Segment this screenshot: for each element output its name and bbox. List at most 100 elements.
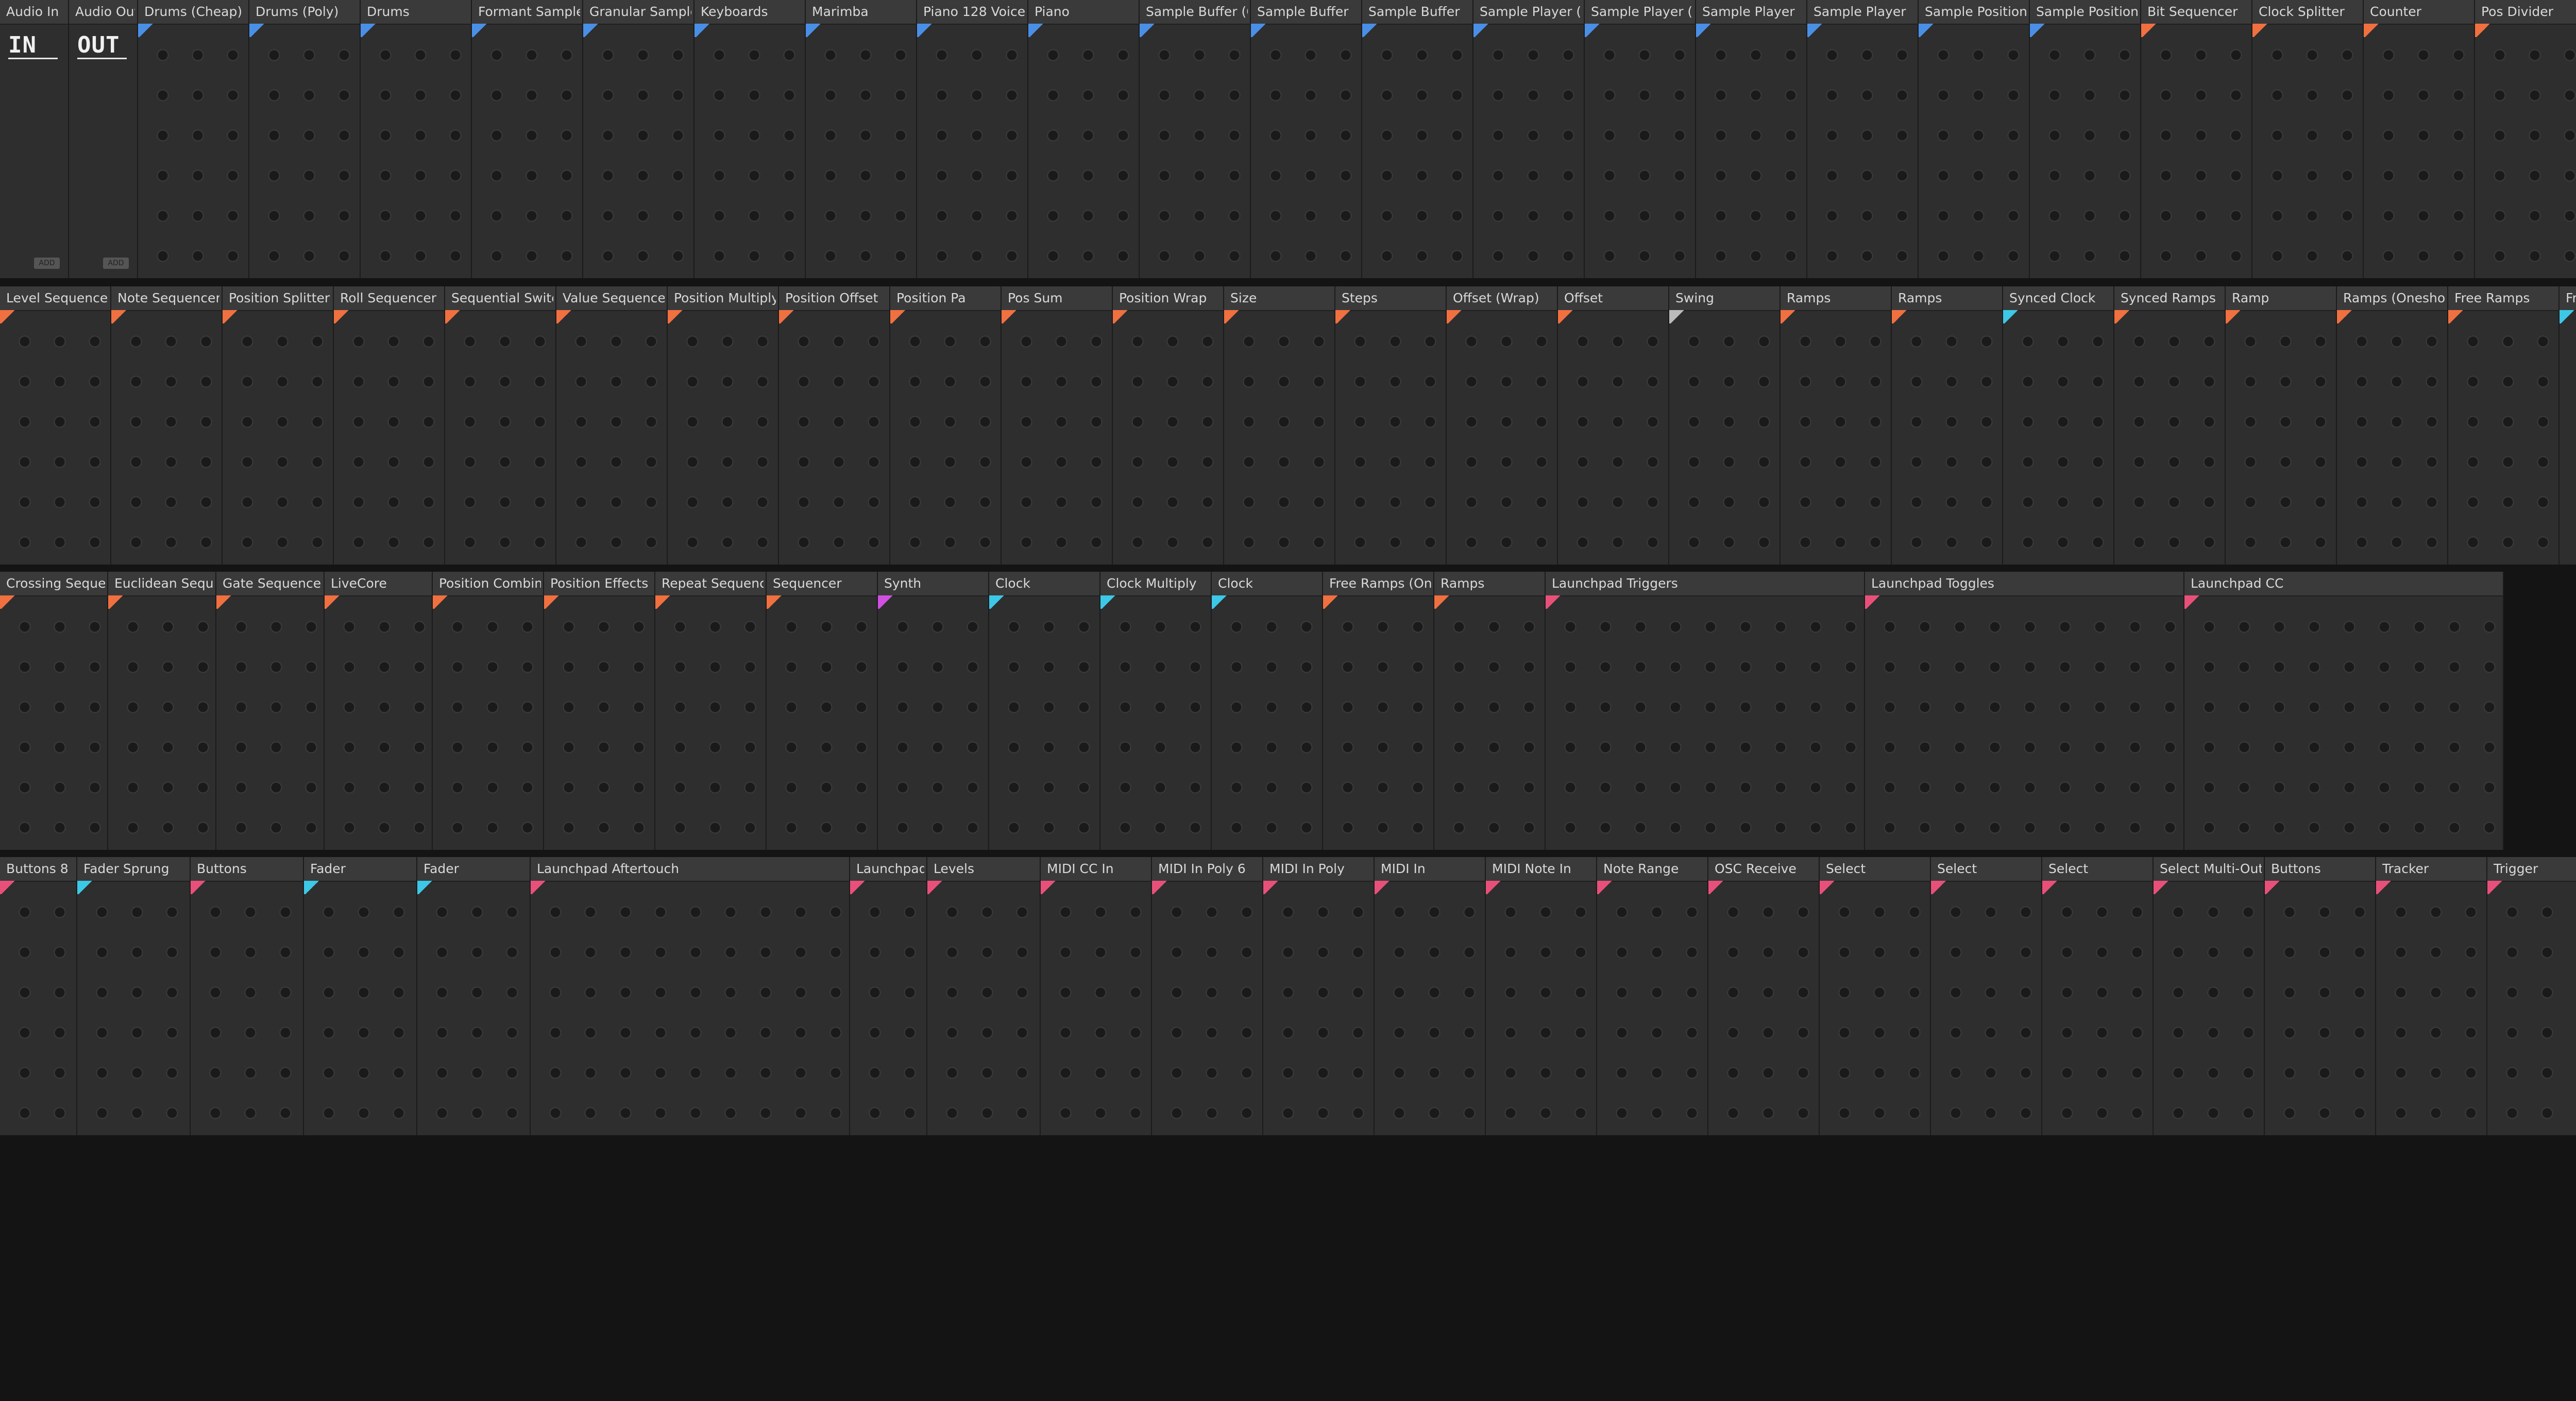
module-header[interactable]: Ramps (Oneshot): [2337, 286, 2447, 311]
module[interactable]: Ramp: [2226, 286, 2337, 565]
module-header[interactable]: Clock Splitter: [2252, 0, 2363, 25]
module[interactable]: Free Ramps (Oneshot): [1323, 572, 1434, 850]
module-ports-panel[interactable]: [2265, 882, 2375, 1135]
module-ports-panel[interactable]: [2141, 25, 2251, 278]
module-ports-panel[interactable]: [2376, 882, 2486, 1135]
module-ports-panel[interactable]: [0, 311, 110, 565]
module-ports-panel[interactable]: [417, 882, 530, 1135]
module[interactable]: Select: [1820, 857, 1931, 1135]
module-ports-panel[interactable]: [2226, 311, 2336, 565]
module[interactable]: Marimba: [806, 0, 917, 278]
module-ports-panel[interactable]: [77, 882, 190, 1135]
module-ports-panel[interactable]: [878, 596, 988, 850]
module-ports-panel[interactable]: [216, 596, 324, 850]
module-ports-panel[interactable]: [927, 882, 1040, 1135]
module[interactable]: Drums (Poly): [249, 0, 361, 278]
module-header[interactable]: Position Effects: [544, 572, 654, 596]
module-header[interactable]: Select: [1820, 857, 1930, 882]
module-header[interactable]: Swing: [1669, 286, 1780, 311]
module-ports-panel[interactable]: [2154, 882, 2264, 1135]
module[interactable]: Sample Player: [1696, 0, 1807, 278]
module[interactable]: Granular Sample: [583, 0, 694, 278]
module-ports-panel[interactable]: [890, 311, 1001, 565]
module-ports-panel[interactable]: [1152, 882, 1262, 1135]
module[interactable]: MIDI In Poly 6: [1152, 857, 1263, 1135]
module[interactable]: Position Multiply: [668, 286, 779, 565]
module-header[interactable]: Synced Clock: [2003, 286, 2113, 311]
module-ports-panel[interactable]: [806, 25, 916, 278]
module-header[interactable]: Free Ramps: [2448, 286, 2558, 311]
module[interactable]: Swing: [1669, 286, 1781, 565]
module[interactable]: Buttons: [191, 857, 304, 1135]
module-ports-panel[interactable]: [304, 882, 416, 1135]
module[interactable]: Steps: [1335, 286, 1447, 565]
module-ports-panel[interactable]: [1892, 311, 2002, 565]
module-ports-panel[interactable]: [2448, 311, 2558, 565]
module[interactable]: Ramps: [1434, 572, 1546, 850]
module-header[interactable]: Position Combine: [433, 572, 543, 596]
module-header[interactable]: Sample Player (Cl: [1473, 0, 1584, 25]
module-header[interactable]: Size: [1224, 286, 1334, 311]
module-header[interactable]: Euclidean Sequencer: [108, 572, 215, 596]
module[interactable]: Select: [2042, 857, 2154, 1135]
module-header[interactable]: Sample Buffer (Cl: [1140, 0, 1250, 25]
module[interactable]: Launchpad Aftertouch: [531, 857, 850, 1135]
module-ports-panel[interactable]: [1696, 25, 1806, 278]
module[interactable]: Euclidean Sequencer: [108, 572, 216, 850]
module[interactable]: Bit Sequencer: [2141, 0, 2252, 278]
module-header[interactable]: Repeat Sequencer: [655, 572, 766, 596]
module[interactable]: Sample Player (Po: [1585, 0, 1696, 278]
module[interactable]: Buttons: [2265, 857, 2376, 1135]
module-ports-panel[interactable]: [1585, 25, 1695, 278]
module-ports-panel[interactable]: [1323, 596, 1433, 850]
module-ports-panel[interactable]: [917, 25, 1027, 278]
module-ports-panel[interactable]: [989, 596, 1099, 850]
module-header[interactable]: Pos Divider: [2475, 0, 2576, 25]
module[interactable]: MIDI Note In: [1486, 857, 1597, 1135]
module[interactable]: Select Multi-Out: [2154, 857, 2265, 1135]
module-header[interactable]: Sample Buffer: [1362, 0, 1472, 25]
module[interactable]: Sample Player (Cl: [1473, 0, 1585, 278]
module[interactable]: Synced Clock: [2003, 286, 2114, 565]
module-ports-panel[interactable]: [223, 311, 333, 565]
module[interactable]: Level Sequencer: [0, 286, 111, 565]
module-ports-panel[interactable]: [1224, 311, 1334, 565]
module[interactable]: MIDI In Poly: [1263, 857, 1375, 1135]
module[interactable]: Sample Position: [2030, 0, 2141, 278]
module-header[interactable]: Buttons: [191, 857, 303, 882]
module[interactable]: Synth: [878, 572, 989, 850]
module-ports-panel[interactable]: [1263, 882, 1374, 1135]
module[interactable]: Trigger: [2487, 857, 2576, 1135]
module-header[interactable]: Fader Sprung: [77, 857, 190, 882]
module-header[interactable]: Note Range: [1597, 857, 1707, 882]
module-ports-panel[interactable]: [2364, 25, 2474, 278]
module-ports-panel[interactable]: [1041, 882, 1151, 1135]
module-ports-panel[interactable]: [2184, 596, 2503, 850]
module-header[interactable]: Sample Player (Po: [1585, 0, 1695, 25]
module[interactable]: Ramps (Oneshot): [2337, 286, 2448, 565]
module[interactable]: Size: [1224, 286, 1335, 565]
module-ports-panel[interactable]: [1002, 311, 1112, 565]
module-header[interactable]: Note Sequencer: [111, 286, 222, 311]
module-ports-panel[interactable]: [111, 311, 222, 565]
module[interactable]: Pos Divider: [2475, 0, 2576, 278]
module-ports-panel[interactable]: [2114, 311, 2225, 565]
module-header[interactable]: Offset (Wrap): [1447, 286, 1557, 311]
module-ports-panel[interactable]: [433, 596, 543, 850]
module[interactable]: Gate Sequencer: [216, 572, 325, 850]
module-header[interactable]: Position Multiply: [668, 286, 778, 311]
module[interactable]: Counter: [2364, 0, 2475, 278]
module-header[interactable]: Launchpad Toggles: [1865, 572, 2183, 596]
module-ports-panel[interactable]: [1335, 311, 1446, 565]
module-ports-panel[interactable]: [0, 596, 107, 850]
module-ports-panel[interactable]: [1708, 882, 1819, 1135]
module-ports-panel[interactable]: [1781, 311, 1891, 565]
module-ports-panel[interactable]: [1434, 596, 1545, 850]
module-header[interactable]: Fader: [417, 857, 530, 882]
add-port-button[interactable]: ADD: [103, 258, 129, 269]
module-header[interactable]: Clock Multiply: [1100, 572, 1211, 596]
module-ports-panel[interactable]: [1362, 25, 1472, 278]
module[interactable]: Value Sequencer: [556, 286, 668, 565]
module-ports-panel[interactable]: [2475, 25, 2576, 278]
module[interactable]: Launchpad Toggles: [1865, 572, 2184, 850]
